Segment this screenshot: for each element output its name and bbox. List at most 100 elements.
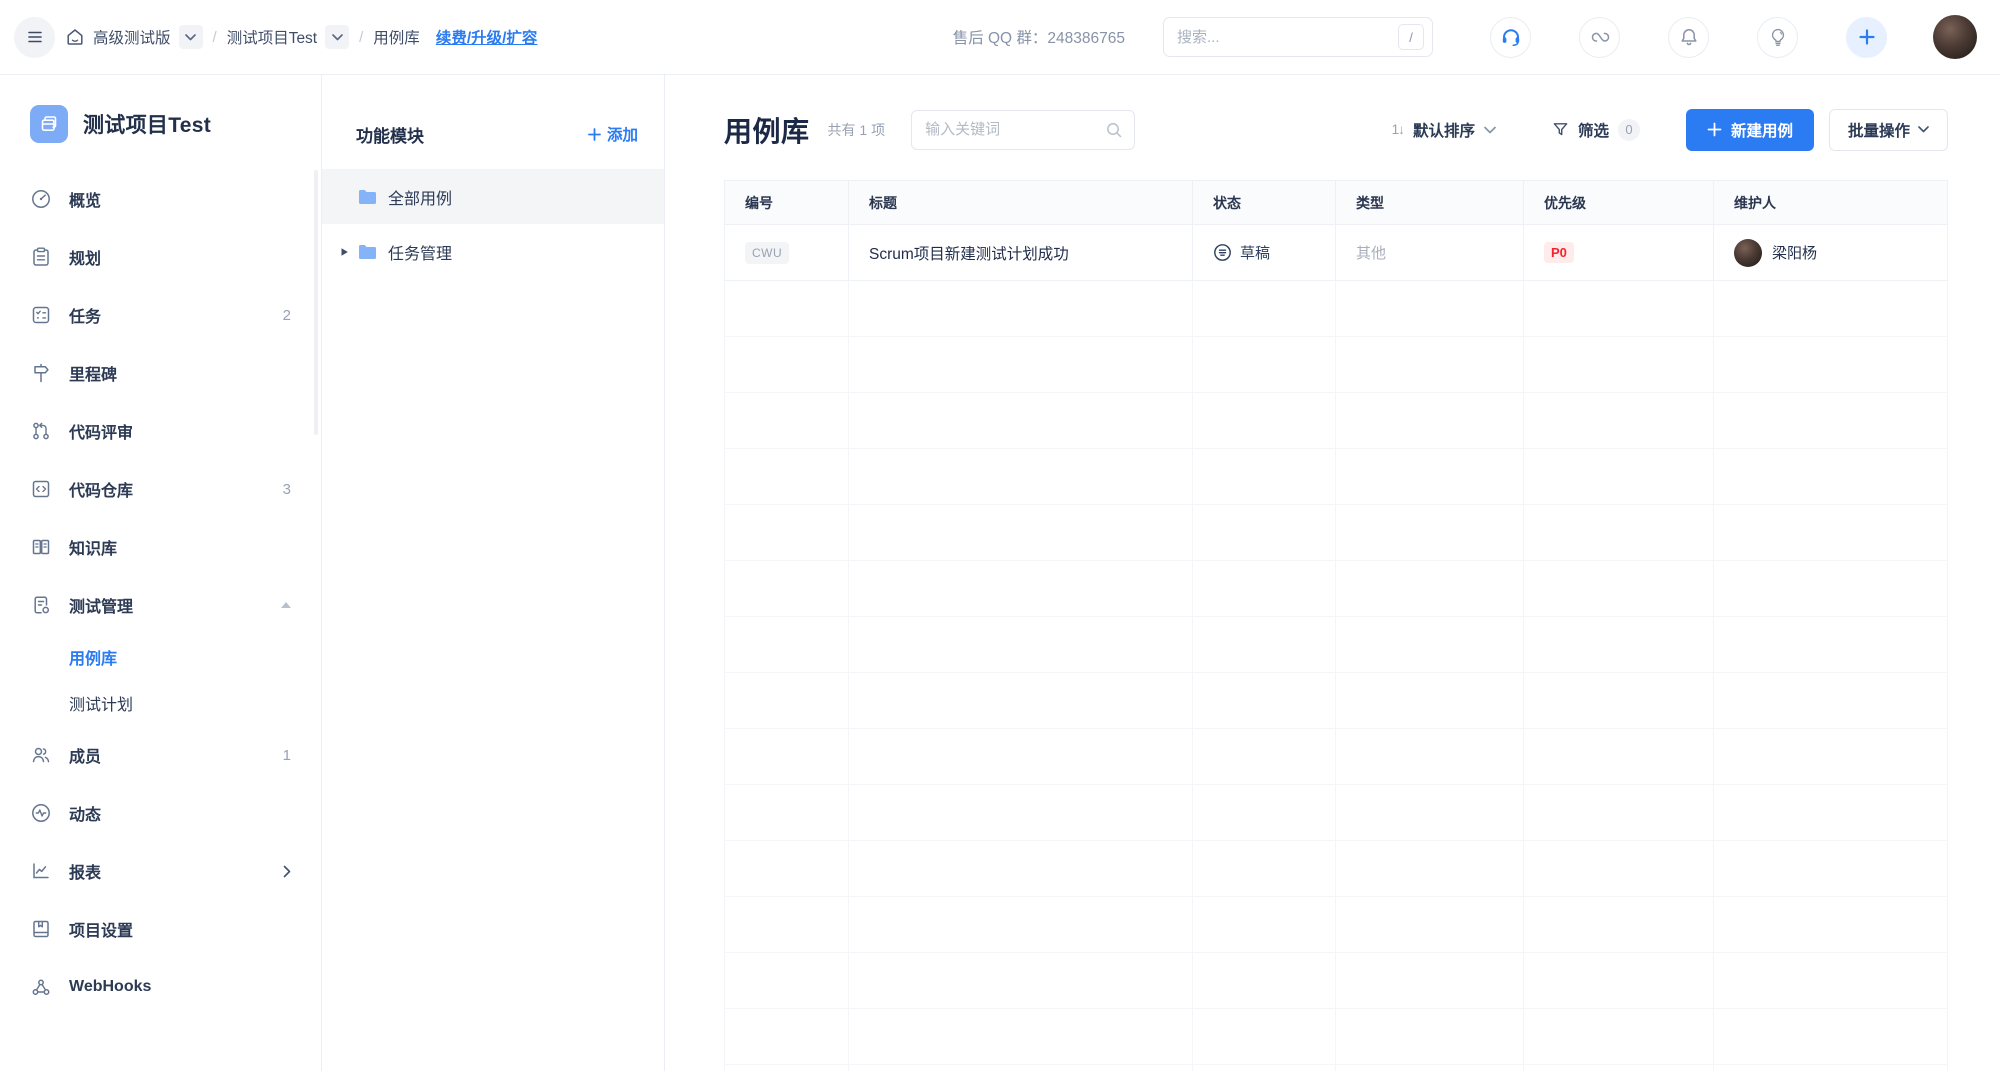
sidebar-item-case-library[interactable]: 用例库 [0,634,321,680]
collapse-up-icon [281,602,291,608]
users-icon [32,747,50,763]
breadcrumb-page: 用例库 [373,30,420,47]
empty-table-row [724,281,1948,337]
chevron-down-icon [185,33,196,40]
empty-table-row [724,449,1948,505]
plus-icon [1858,29,1875,45]
case-library-toolbar: 用例库 共有 1 项 1↓ 默认排序 筛选 0 新建用例 批量操作 [665,75,2000,180]
sidebar-item-code-review[interactable]: 代码评审 [0,402,321,460]
activity-icon [32,804,50,822]
case-table: 编号 标题 状态 类型 优先级 维护人 CWU Scrum项目新建测试计划成功 … [724,180,1948,1071]
sidebar-scrollbar[interactable] [314,170,318,435]
table-header-row: 编号 标题 状态 类型 优先级 维护人 [724,180,1948,225]
empty-table-row [724,337,1948,393]
code-icon [32,480,50,498]
keyword-search-input[interactable] [925,121,1106,138]
keyword-search-box[interactable] [911,109,1136,150]
table-empty-rows [724,281,1948,1071]
book-icon [32,539,50,555]
sidebar-item-members[interactable]: 成员 1 [0,726,321,784]
column-header-status: 状态 [1193,181,1336,224]
chevron-down-icon [1918,126,1929,133]
maintainer-avatar [1734,238,1762,267]
empty-table-row [724,785,1948,841]
pipeline-button[interactable] [1579,16,1620,58]
global-search-input[interactable] [1177,28,1398,46]
customer-service-button[interactable] [1490,16,1531,58]
sidebar-item-overview[interactable]: 概览 [0,170,321,228]
sidebar-item-webhooks[interactable]: WebHooks [0,958,321,1016]
status-cell: 草稿 [1213,242,1270,263]
header-right-group: 售后 QQ 群：248386765 / [953,15,1977,59]
sidebar-item-test-management[interactable]: 测试管理 [0,576,321,634]
qq-group-text: 售后 QQ 群：248386765 [952,30,1125,47]
tree-node-all-cases[interactable]: 全部用例 [322,169,664,224]
case-title-link[interactable]: Scrum项目新建测试计划成功 [869,242,1069,264]
members-count-badge: 1 [282,746,291,764]
total-count-text: 共有 1 项 [827,121,886,138]
empty-table-row [724,1009,1948,1065]
chevron-right-icon [283,865,291,877]
new-case-button[interactable]: 新建用例 [1685,108,1814,151]
sidebar-item-planning[interactable]: 规划 [0,228,321,286]
hamburger-menu-button[interactable] [14,16,55,58]
project-switcher-button[interactable] [325,25,350,49]
breadcrumb-org[interactable]: 高级测试版 [93,26,171,48]
filter-button[interactable]: 筛选 0 [1552,118,1640,141]
tree-node-task-management[interactable]: 任务管理 [322,224,664,279]
sidebar-item-reports[interactable]: 报表 [0,842,321,900]
notifications-button[interactable] [1668,16,1709,58]
sort-icon: 1↓ [1391,122,1405,137]
empty-table-row [724,953,1948,1009]
status-label: 草稿 [1240,245,1271,262]
column-header-title: 标题 [849,181,1193,224]
plus-icon [588,127,601,141]
signpost-icon [34,363,49,383]
priority-badge: P0 [1544,242,1574,263]
sidebar-item-tasks[interactable]: 任务 2 [0,286,321,344]
table-row[interactable]: CWU Scrum项目新建测试计划成功 草稿 其他 P0 梁阳杨 [724,225,1948,281]
module-panel-header: 功能模块 添加 [322,75,664,169]
plus-icon [1707,122,1722,137]
search-icon [1107,122,1122,137]
sidebar-item-activity[interactable]: 动态 [0,784,321,842]
type-label: 其他 [1356,245,1387,262]
tips-button[interactable] [1757,16,1798,58]
global-create-button[interactable] [1846,16,1887,58]
sort-dropdown[interactable]: 1↓ 默认排序 [1392,119,1496,141]
funnel-icon [1553,123,1568,136]
column-header-priority: 优先级 [1524,181,1714,224]
org-switcher-button[interactable] [178,25,203,49]
upgrade-link[interactable]: 续费/升级/扩容 [436,26,538,48]
sidebar-item-test-plans[interactable]: 测试计划 [0,680,321,726]
lightbulb-icon [1771,28,1784,46]
module-panel-title: 功能模块 [356,126,424,146]
checklist-icon [32,306,50,324]
sidebar-item-project-settings[interactable]: 项目设置 [0,900,321,958]
sidebar-item-repositories[interactable]: 代码仓库 3 [0,460,321,518]
draft-status-icon [1214,244,1231,261]
hamburger-icon [27,31,42,43]
global-search-box[interactable]: / [1163,17,1433,57]
sidebar-item-wiki[interactable]: 知识库 [0,518,321,576]
empty-table-row [724,897,1948,953]
bell-icon [1680,29,1697,46]
pipeline-loop-icon [1591,32,1609,42]
top-header: 高级测试版 / 测试项目Test / 用例库 续费/升级/扩容 售后 QQ 群：… [0,0,2000,75]
folder-icon [358,189,377,205]
batch-actions-button[interactable]: 批量操作 [1828,108,1948,151]
maintainer-name: 梁阳杨 [1772,245,1818,262]
sidebar-item-milestones[interactable]: 里程碑 [0,344,321,402]
home-icon[interactable] [65,27,85,47]
breadcrumb-project[interactable]: 测试项目Test [227,26,317,48]
column-header-type: 类型 [1336,181,1524,224]
chevron-down-icon [331,33,343,40]
sidebar-nav: 概览 规划 任务 2 里程碑 代码评审 代码仓库 3 知识库 测试管理 用例库 … [0,143,321,1016]
chevron-down-icon [1484,126,1496,133]
project-icon [30,105,68,143]
user-avatar[interactable] [1933,15,1977,59]
caret-right-icon[interactable] [340,247,349,257]
breadcrumb-separator: / [359,28,364,46]
empty-table-row [724,1065,1948,1071]
add-module-button[interactable]: 添加 [587,123,638,145]
